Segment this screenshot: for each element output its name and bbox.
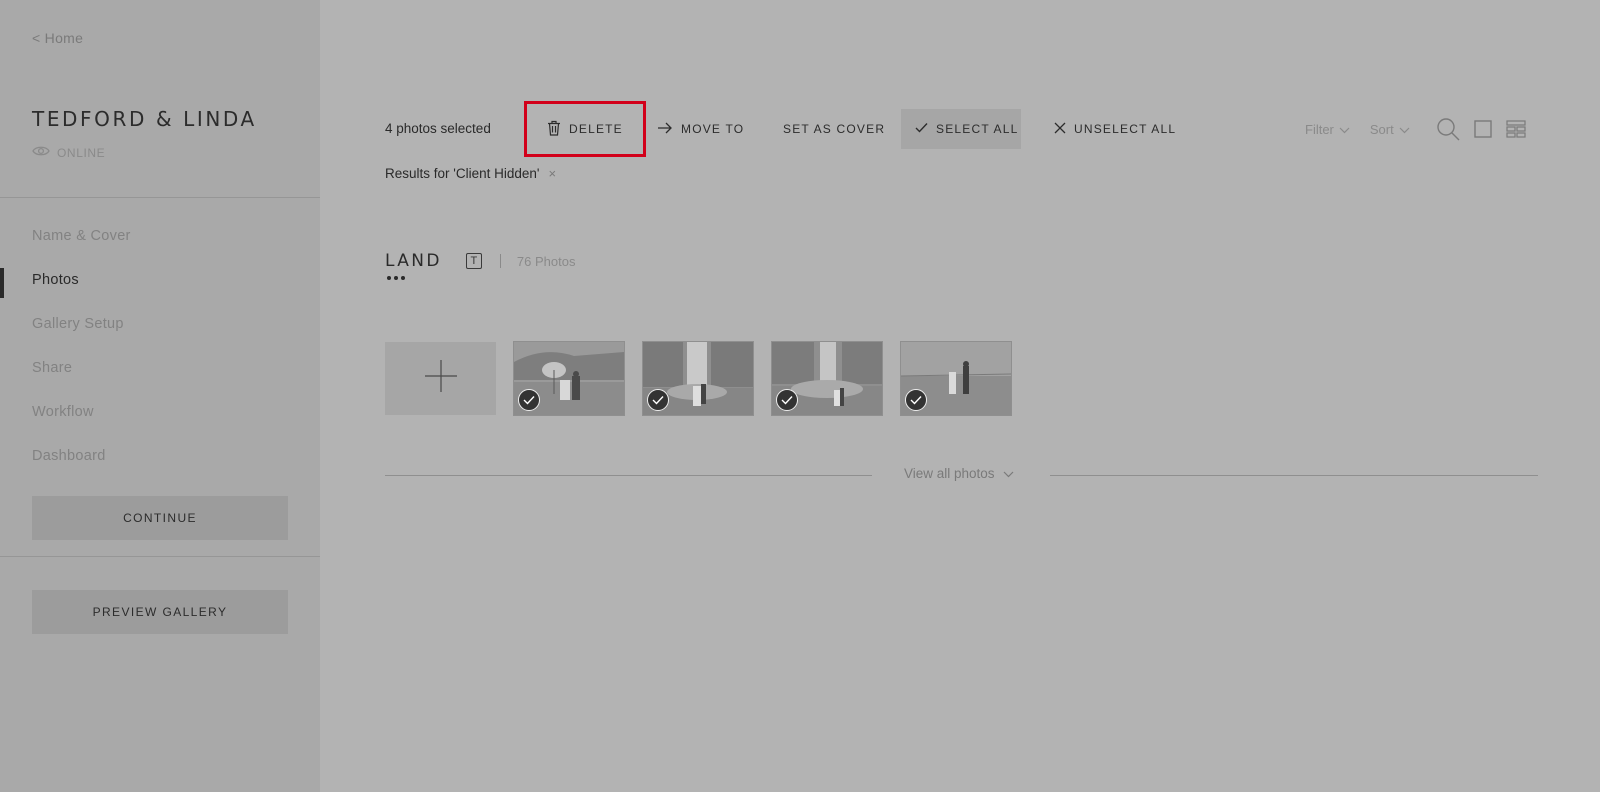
delete-button[interactable]: DELETE xyxy=(524,101,646,157)
move-to-label: MOVE TO xyxy=(681,122,745,136)
delete-label: DELETE xyxy=(569,122,623,136)
select-all-button[interactable]: SELECT ALL xyxy=(901,109,1021,149)
clear-filter-button[interactable]: × xyxy=(548,166,556,181)
view-all-photos-link[interactable]: View all photos xyxy=(904,466,1014,481)
filter-results: Results for 'Client Hidden' × xyxy=(385,166,556,181)
sidebar-item-name-cover[interactable]: Name & Cover xyxy=(0,218,320,262)
photo-thumbnail[interactable] xyxy=(900,341,1012,416)
chevron-down-icon xyxy=(1339,122,1350,137)
view-all-row: View all photos xyxy=(385,466,1538,484)
select-all-label: SELECT ALL xyxy=(936,122,1019,136)
plus-icon xyxy=(424,359,458,398)
results-text: Results for 'Client Hidden' xyxy=(385,166,540,181)
selected-count: 4 photos selected xyxy=(385,121,491,136)
grid-icon[interactable] xyxy=(1506,120,1526,138)
selected-check-icon xyxy=(905,389,927,411)
arrow-right-icon xyxy=(657,122,673,137)
sidebar-item-photos[interactable]: Photos xyxy=(0,262,320,306)
continue-button[interactable]: CONTINUE xyxy=(32,496,288,540)
divider xyxy=(385,475,872,476)
set-as-cover-button[interactable]: SET AS COVER xyxy=(769,109,899,149)
chevron-down-icon xyxy=(1399,122,1410,137)
section-name: LAND xyxy=(385,251,442,271)
square-icon[interactable] xyxy=(1474,120,1492,138)
unselect-all-label: UNSELECT ALL xyxy=(1074,122,1177,136)
section-header: LAND T 76 Photos xyxy=(385,251,575,271)
preview-gallery-button[interactable]: PREVIEW GALLERY xyxy=(32,590,288,634)
divider xyxy=(499,254,501,268)
filter-label: Filter xyxy=(1305,121,1334,137)
gallery-title: TEDFORD & LINDA xyxy=(32,107,257,131)
check-icon xyxy=(915,122,928,136)
sort-label: Sort xyxy=(1369,121,1394,137)
filter-dropdown[interactable]: Filter xyxy=(1305,122,1350,137)
photo-thumbnail[interactable] xyxy=(513,341,625,416)
sidebar-item-share[interactable]: Share xyxy=(0,350,320,394)
unselect-all-button[interactable]: UNSELECT ALL xyxy=(1040,109,1190,149)
selected-check-icon xyxy=(776,389,798,411)
view-all-label: View all photos xyxy=(904,466,995,481)
status-label: ONLINE xyxy=(57,145,106,160)
trash-icon xyxy=(547,120,561,139)
sort-dropdown[interactable]: Sort xyxy=(1370,122,1410,137)
chevron-down-icon xyxy=(1003,466,1014,481)
search-icon[interactable] xyxy=(1436,117,1460,141)
move-to-button[interactable]: MOVE TO xyxy=(643,109,758,149)
divider xyxy=(1050,475,1538,476)
eye-icon xyxy=(32,145,50,160)
sidebar: < Home TEDFORD & LINDA ONLINE Name & Cov… xyxy=(0,0,320,792)
set-as-cover-label: SET AS COVER xyxy=(783,122,886,136)
sidebar-item-dashboard[interactable]: Dashboard xyxy=(0,438,320,482)
photo-thumbnail[interactable] xyxy=(771,341,883,416)
sidebar-nav: Name & Cover Photos Gallery Setup Share … xyxy=(0,218,320,482)
sidebar-item-gallery-setup[interactable]: Gallery Setup xyxy=(0,306,320,350)
more-options-icon[interactable] xyxy=(387,276,405,280)
selected-check-icon xyxy=(647,389,669,411)
photo-count: 76 Photos xyxy=(516,253,576,269)
add-photo-button[interactable] xyxy=(385,342,496,415)
sidebar-divider xyxy=(0,197,320,198)
photo-thumbnail[interactable] xyxy=(642,341,754,416)
home-link[interactable]: < Home xyxy=(32,30,83,46)
close-icon xyxy=(1054,122,1066,137)
sidebar-item-workflow[interactable]: Workflow xyxy=(0,394,320,438)
view-tools: Filter Sort xyxy=(1305,117,1540,141)
gallery-status: ONLINE xyxy=(32,145,105,160)
selected-check-icon xyxy=(518,389,540,411)
sidebar-divider xyxy=(0,556,320,557)
text-type-icon[interactable]: T xyxy=(465,253,482,269)
